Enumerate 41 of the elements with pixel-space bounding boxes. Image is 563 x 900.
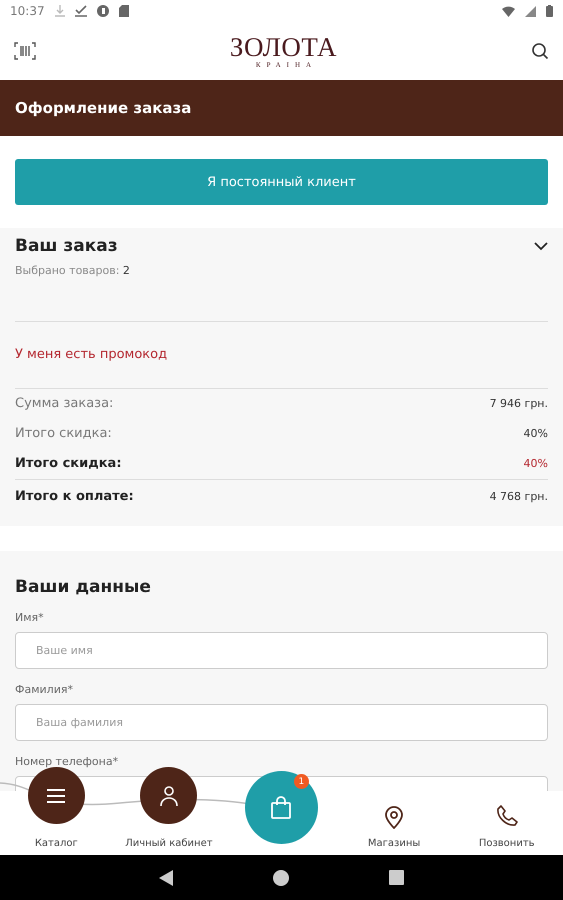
wifi-icon [502, 6, 515, 16]
summary-value: 40% [524, 427, 548, 440]
person-icon [158, 784, 179, 806]
summary-label: Сумма заказа: [15, 396, 114, 411]
nav-label[interactable]: Магазины [368, 838, 420, 849]
input-field[interactable]: Ваше имя [15, 632, 548, 669]
search-icon[interactable] [530, 42, 549, 60]
summary-label: Итого скидка: [15, 426, 112, 441]
summary-value: 7 946 грн. [490, 397, 548, 410]
shopping-bag-icon [270, 796, 292, 820]
download-icon [54, 5, 65, 17]
check-icon [74, 5, 87, 17]
battery-icon [546, 5, 553, 17]
items-count-text: Выбрано товаров: 2 [15, 264, 131, 277]
signal-icon [525, 6, 536, 16]
sd-card-icon [118, 5, 129, 17]
logo-title: ЗОЛОТА [230, 34, 338, 60]
page-title: Оформление заказа [15, 99, 192, 117]
field-label: Номер телефона* [15, 755, 118, 768]
summary-label: Итого скидка: [15, 456, 122, 471]
field-label: Имя* [15, 611, 44, 624]
phone-icon[interactable] [496, 805, 518, 827]
barcode-scan-icon[interactable] [14, 42, 36, 60]
summary-label: Итого к оплате: [15, 489, 134, 504]
order-title: Ваш заказ [15, 236, 118, 256]
back-icon[interactable] [159, 870, 173, 886]
input-field[interactable]: Ваша фамилия [15, 704, 548, 741]
promo-code-link[interactable]: У меня есть промокод [15, 322, 168, 388]
field-label: Фамилия* [15, 683, 73, 696]
map-pin-icon[interactable] [384, 805, 404, 829]
nav-label[interactable]: Каталог [34, 838, 78, 849]
app-icon [96, 5, 109, 17]
menu-icon [46, 788, 66, 804]
nav-label[interactable]: Позвонить [478, 838, 535, 849]
chevron-icon[interactable] [534, 242, 548, 250]
nav-label[interactable]: Личный кабинет [125, 838, 213, 849]
summary-value: 4 768 грн. [490, 490, 548, 503]
form-title: Ваши данные [15, 577, 152, 597]
status-time: 10:37 [10, 4, 45, 18]
home-icon[interactable] [273, 870, 289, 886]
summary-value: 40% [524, 457, 548, 470]
